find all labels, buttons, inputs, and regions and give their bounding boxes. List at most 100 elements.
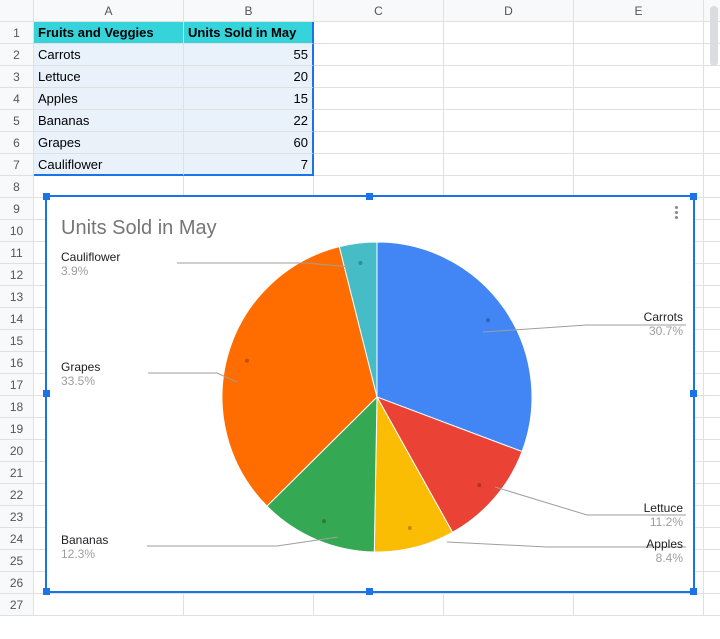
cell[interactable] (574, 22, 704, 44)
chart-container[interactable]: Units Sold in May Cauliflower 3.9% Grape… (45, 195, 695, 593)
cell[interactable] (704, 220, 720, 242)
cell[interactable] (704, 572, 720, 594)
cell[interactable] (704, 88, 720, 110)
cell-B5[interactable]: 22 (184, 110, 314, 132)
cell-A4[interactable]: Apples (34, 88, 184, 110)
cell[interactable] (444, 88, 574, 110)
row-header[interactable]: 9 (0, 198, 34, 220)
col-header-D[interactable]: D (444, 0, 574, 22)
row-header[interactable]: 14 (0, 308, 34, 330)
cell-B2[interactable]: 55 (184, 44, 314, 66)
cell[interactable] (704, 132, 720, 154)
row-header[interactable]: 18 (0, 396, 34, 418)
cell[interactable] (704, 352, 720, 374)
cell[interactable] (704, 198, 720, 220)
row-header[interactable]: 22 (0, 484, 34, 506)
row-header[interactable]: 26 (0, 572, 34, 594)
row-header[interactable]: 17 (0, 374, 34, 396)
row-header[interactable]: 20 (0, 440, 34, 462)
row-header[interactable]: 27 (0, 594, 34, 616)
row-header[interactable]: 5 (0, 110, 34, 132)
cell-A2[interactable]: Carrots (34, 44, 184, 66)
row-header[interactable]: 10 (0, 220, 34, 242)
cell[interactable] (314, 132, 444, 154)
row-header[interactable]: 19 (0, 418, 34, 440)
row-header[interactable]: 8 (0, 176, 34, 198)
cell[interactable] (704, 418, 720, 440)
cell[interactable] (704, 330, 720, 352)
cell[interactable] (184, 594, 314, 616)
cell-A3[interactable]: Lettuce (34, 66, 184, 88)
cell[interactable] (444, 154, 574, 176)
row-header[interactable]: 23 (0, 506, 34, 528)
col-header-B[interactable]: B (184, 0, 314, 22)
cell-B6[interactable]: 60 (184, 132, 314, 154)
cell[interactable] (574, 132, 704, 154)
cell[interactable] (704, 440, 720, 462)
cell[interactable] (314, 88, 444, 110)
cell[interactable] (444, 44, 574, 66)
row-header[interactable]: 7 (0, 154, 34, 176)
cell[interactable] (574, 154, 704, 176)
cell-A1[interactable]: Fruits and Veggies (34, 22, 184, 44)
cell[interactable] (704, 528, 720, 550)
row-header[interactable]: 12 (0, 264, 34, 286)
cell[interactable] (704, 462, 720, 484)
cell[interactable] (574, 66, 704, 88)
row-header[interactable]: 16 (0, 352, 34, 374)
cell[interactable] (704, 66, 720, 88)
cell[interactable] (704, 550, 720, 572)
cell[interactable] (444, 22, 574, 44)
cell-A6[interactable]: Grapes (34, 132, 184, 154)
row-header[interactable]: 25 (0, 550, 34, 572)
cell[interactable] (704, 242, 720, 264)
row-header[interactable]: 3 (0, 66, 34, 88)
row-header[interactable]: 15 (0, 330, 34, 352)
cell-B1[interactable]: Units Sold in May (184, 22, 314, 44)
col-header-A[interactable]: A (34, 0, 184, 22)
cell[interactable] (444, 66, 574, 88)
cell[interactable] (314, 44, 444, 66)
row-header[interactable]: 6 (0, 132, 34, 154)
vertical-scrollbar[interactable] (710, 6, 718, 66)
row-header[interactable]: 24 (0, 528, 34, 550)
row-header[interactable]: 1 (0, 22, 34, 44)
cell[interactable] (444, 110, 574, 132)
cell[interactable] (704, 308, 720, 330)
cell-A7[interactable]: Cauliflower (34, 154, 184, 176)
corner-cell[interactable] (0, 0, 34, 22)
cell[interactable] (314, 22, 444, 44)
cell[interactable] (444, 132, 574, 154)
cell[interactable] (704, 506, 720, 528)
col-header-C[interactable]: C (314, 0, 444, 22)
cell-A5[interactable]: Bananas (34, 110, 184, 132)
row-header[interactable]: 4 (0, 88, 34, 110)
cell[interactable] (314, 594, 444, 616)
cell[interactable] (704, 594, 720, 616)
cell[interactable] (314, 110, 444, 132)
cell[interactable] (704, 484, 720, 506)
cell-B7[interactable]: 7 (184, 154, 314, 176)
cell[interactable] (574, 44, 704, 66)
cell[interactable] (574, 594, 704, 616)
row-header[interactable]: 2 (0, 44, 34, 66)
row-header[interactable]: 11 (0, 242, 34, 264)
cell-B3[interactable]: 20 (184, 66, 314, 88)
row-header[interactable]: 13 (0, 286, 34, 308)
cell[interactable] (444, 594, 574, 616)
cell[interactable] (574, 110, 704, 132)
cell[interactable] (704, 110, 720, 132)
cell[interactable] (314, 154, 444, 176)
cell[interactable] (704, 154, 720, 176)
cell[interactable] (574, 88, 704, 110)
cell[interactable] (314, 66, 444, 88)
cell[interactable] (704, 264, 720, 286)
cell[interactable] (704, 374, 720, 396)
cell[interactable] (704, 396, 720, 418)
cell-B4[interactable]: 15 (184, 88, 314, 110)
row-header[interactable]: 21 (0, 462, 34, 484)
cell[interactable] (704, 176, 720, 198)
cell[interactable] (34, 594, 184, 616)
col-header-E[interactable]: E (574, 0, 704, 22)
cell[interactable] (704, 286, 720, 308)
